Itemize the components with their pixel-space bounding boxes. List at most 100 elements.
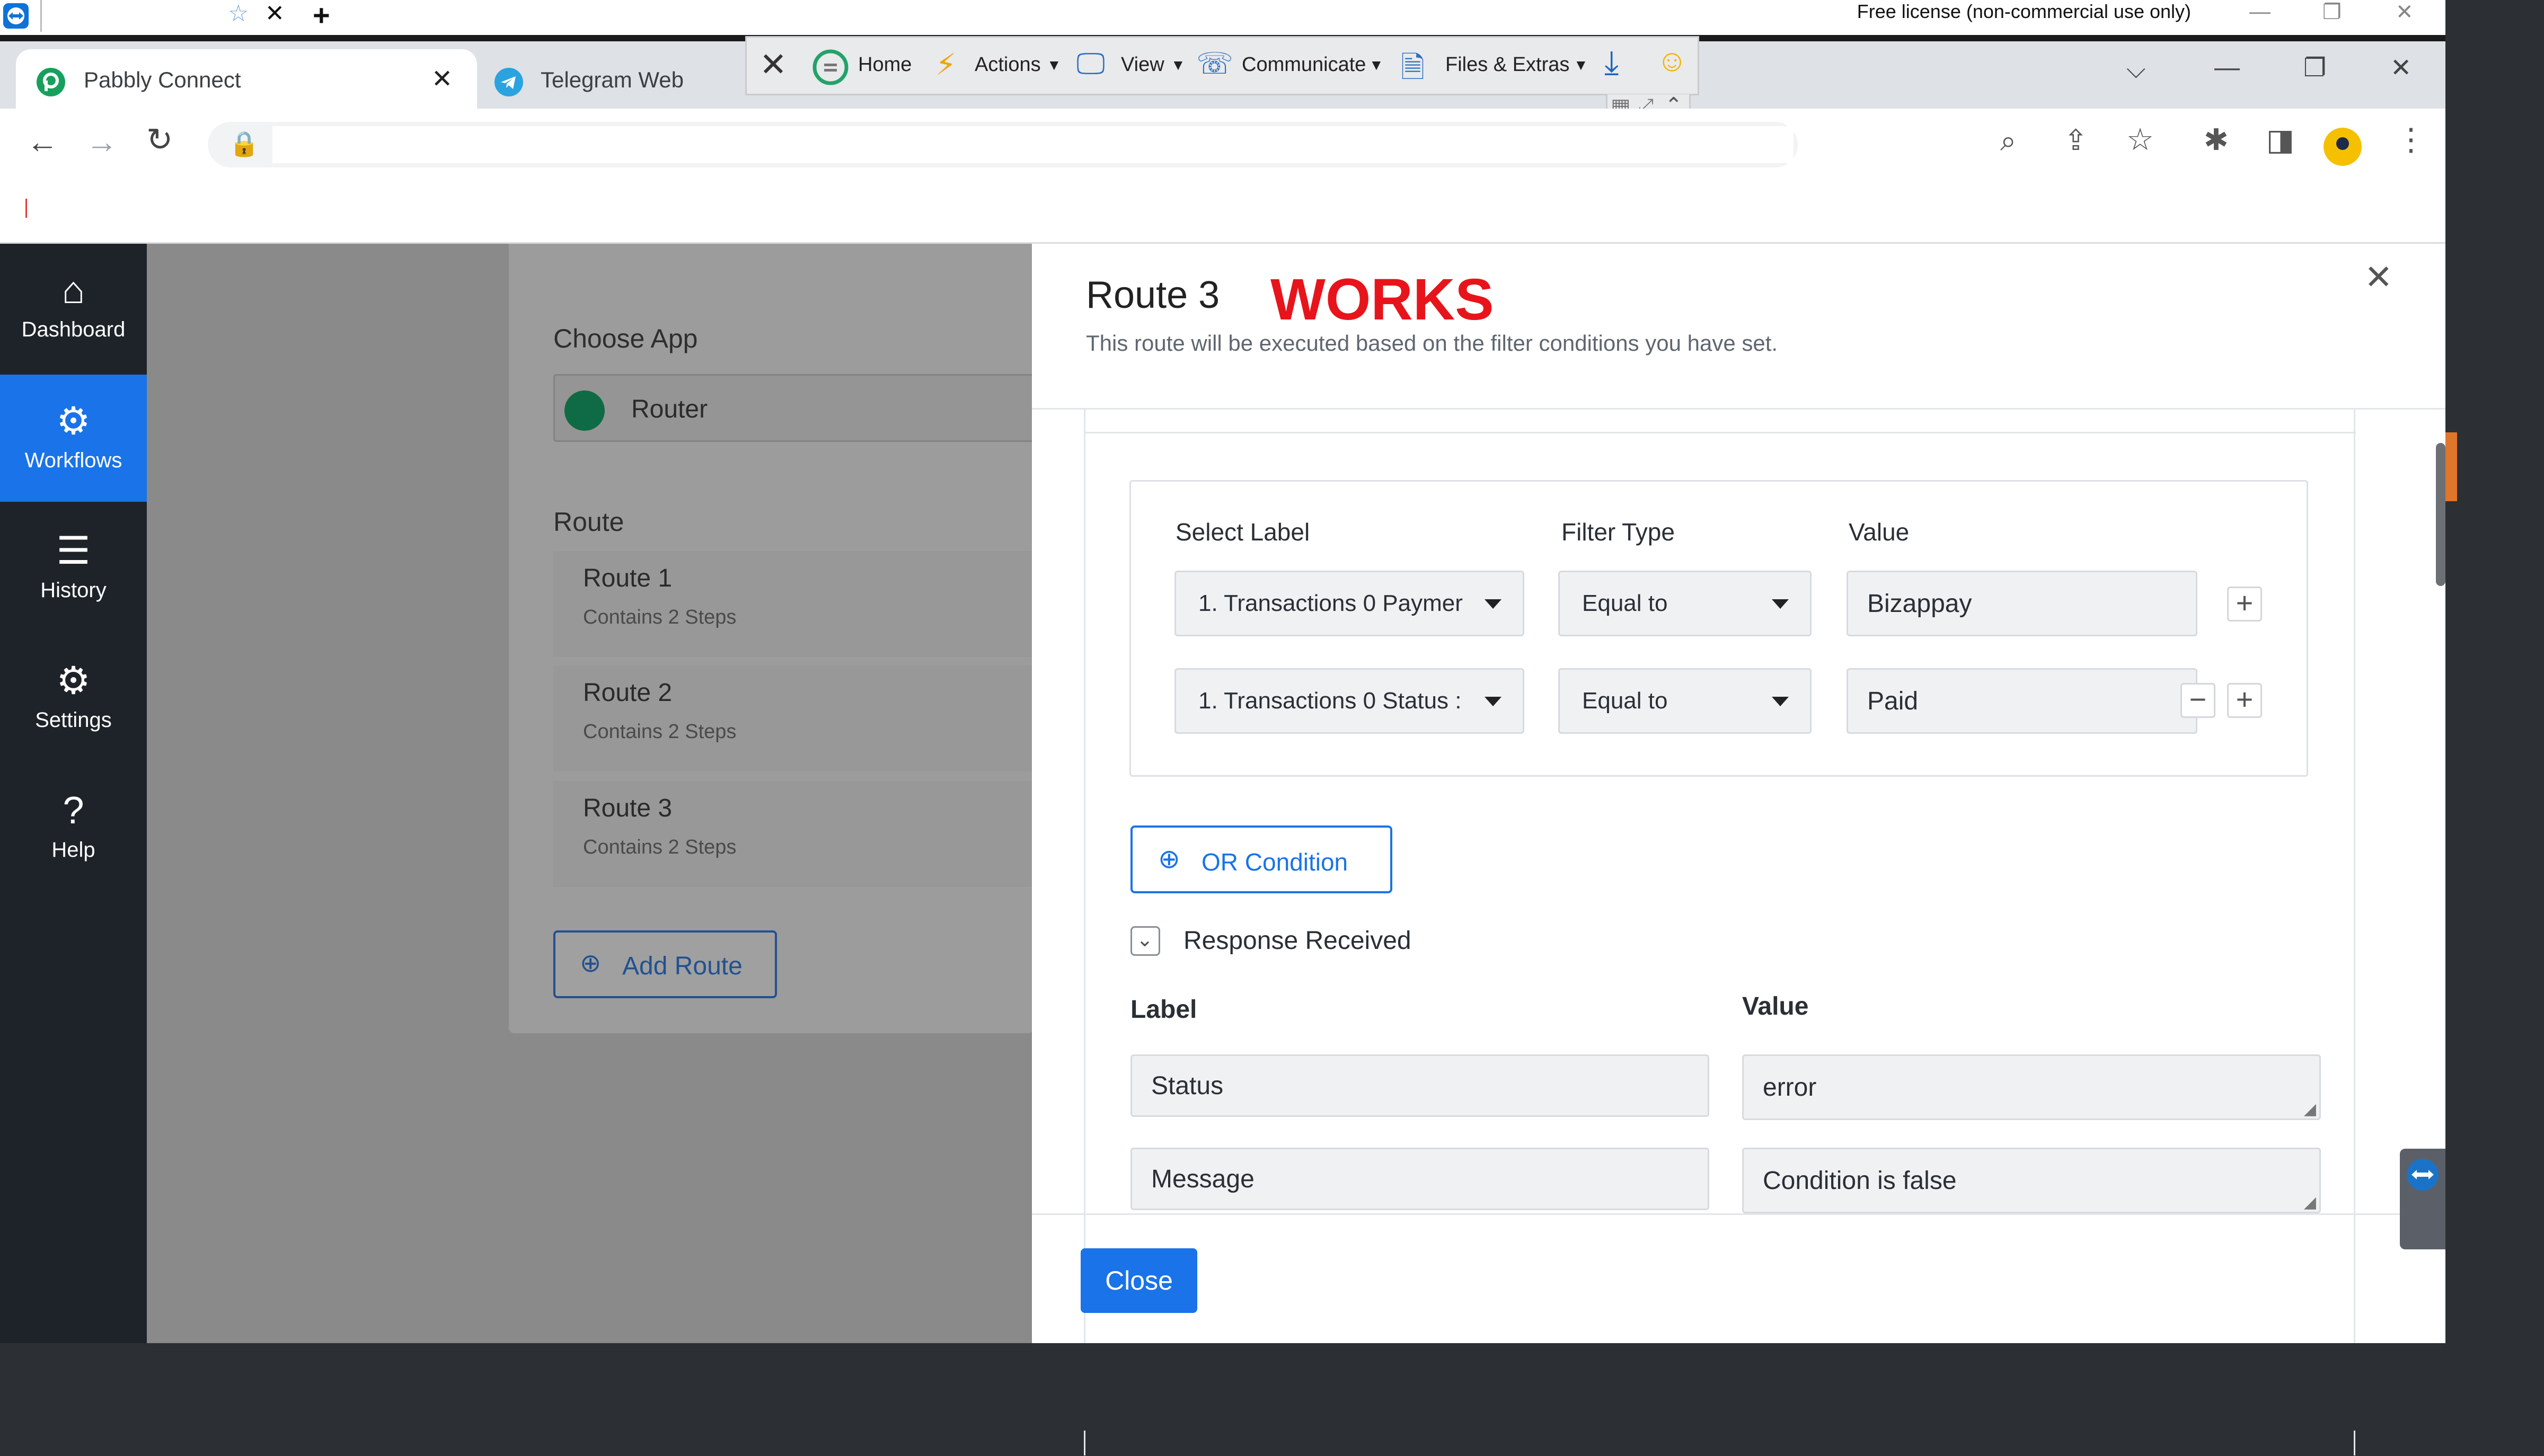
sidebar-item-dashboard[interactable]: ⌂ Dashboard (0, 244, 147, 371)
star-icon[interactable]: ☆ (228, 0, 249, 27)
lock-icon: 🔒 (229, 130, 260, 157)
or-condition-button[interactable]: ⊕ OR Condition (1130, 825, 1392, 893)
reload-icon[interactable]: ↻ (146, 121, 173, 158)
add-condition-button[interactable]: + (2227, 683, 2262, 718)
files-icon[interactable]: 🗎 (1401, 46, 1425, 96)
response-toggle[interactable]: ⌄ (1130, 926, 1160, 956)
choose-app-label: Choose App (553, 324, 698, 353)
teamviewer-session-tab[interactable]: ☆ ✕ (0, 0, 297, 35)
app-select[interactable]: Router (553, 374, 1041, 442)
profile-avatar[interactable] (2324, 128, 2362, 166)
extensions-icon[interactable]: ✱ (2204, 122, 2229, 157)
sidebar-item-settings[interactable]: ⚙ Settings (0, 634, 147, 761)
filter-type-value: Equal to (1582, 590, 1668, 616)
resize-handle-icon[interactable]: ◢ (2304, 1193, 2316, 1212)
filter-value-text: Bizappay (1867, 589, 1972, 618)
close-icon[interactable]: ✕ (265, 0, 285, 27)
close-button-label: Close (1105, 1266, 1173, 1295)
minimize-icon[interactable]: — (2249, 0, 2271, 24)
teamviewer-top-bar: ☆ ✕ + Free license (non-commercial use o… (0, 0, 2445, 35)
toolbar-communicate[interactable]: Communicate (1242, 54, 1366, 76)
remove-condition-button[interactable]: − (2180, 683, 2215, 718)
select-label-dropdown[interactable]: 1. Transactions 0 Status : (1174, 668, 1524, 734)
filter-type-dropdown[interactable]: Equal to (1558, 668, 1812, 734)
resize-handle-icon[interactable]: ◢ (2304, 1100, 2316, 1118)
sidebar-item-label: History (40, 579, 107, 602)
bookmark-star-icon[interactable]: ☆ (2126, 121, 2154, 157)
chevron-down-icon (1485, 697, 1501, 706)
router-settings-card: Choose App Router Route Route 1 Contains… (509, 244, 1041, 1033)
response-value-field[interactable]: Condition is false ◢ (1742, 1148, 2321, 1213)
sidebar-item-help[interactable]: ? Help (0, 764, 147, 891)
add-route-button[interactable]: ⊕ Add Route (553, 930, 777, 998)
chevron-down-icon (1772, 599, 1789, 609)
filter-type-dropdown[interactable]: Equal to (1558, 571, 1812, 636)
route-item[interactable]: Route 3 Contains 2 Steps (553, 781, 1036, 887)
text-caret (25, 199, 27, 218)
router-app-icon (564, 390, 605, 431)
kebab-menu-icon[interactable]: ⋮ (2396, 121, 2426, 157)
modal-title: Route 3 (1086, 274, 1220, 316)
response-label-text: Message (1151, 1165, 1255, 1193)
communicate-icon[interactable]: ☏ (1196, 46, 1233, 81)
app-name: Router (631, 395, 708, 423)
close-session-icon[interactable]: ✕ (759, 45, 787, 84)
response-value-field[interactable]: error ◢ (1742, 1054, 2321, 1120)
toolbar-actions[interactable]: Actions (975, 54, 1041, 76)
chevron-down-icon: ▼ (1369, 57, 1384, 73)
close-tab-icon[interactable]: ✕ (431, 64, 453, 94)
sidebar-item-history[interactable]: ☰ History (0, 504, 147, 632)
toolbar-home[interactable]: Home (858, 54, 912, 76)
toolbar-files-extras[interactable]: Files & Extras (1445, 54, 1569, 76)
select-label-dropdown[interactable]: 1. Transactions 0 Paymer (1174, 571, 1524, 636)
download-icon[interactable]: ⤓ (1604, 44, 1619, 82)
back-icon[interactable]: ← (26, 123, 58, 160)
app-sidebar: ⌂ Dashboard ⚙ Workflows ☰ History ⚙ Sett… (0, 244, 147, 1343)
route-item[interactable]: Route 2 Contains 2 Steps (553, 665, 1036, 771)
modal-subtitle: This route will be executed based on the… (1086, 331, 1778, 356)
address-omnibox[interactable]: 🔒 (208, 122, 1798, 167)
home-icon[interactable] (812, 49, 849, 85)
route-item[interactable]: Route 1 Contains 2 Steps (553, 551, 1036, 657)
tab-telegram-web[interactable]: Telegram Web (477, 49, 753, 109)
filter-type-value: Equal to (1582, 688, 1668, 714)
modal-scrollbar-thumb[interactable] (2436, 443, 2445, 586)
sidebar-item-label: Workflows (24, 449, 122, 472)
zoom-icon[interactable]: ⌕ (2000, 125, 2016, 158)
smiley-icon[interactable]: ☺ (1656, 43, 1688, 78)
close-window-icon[interactable]: ✕ (2396, 0, 2414, 24)
plus-icon: + (2236, 586, 2254, 619)
browser-minimize-icon[interactable]: — (2214, 53, 2240, 82)
route-name: Route 1 (583, 564, 673, 592)
new-tab-plus-icon[interactable]: + (313, 0, 330, 32)
browser-restore-icon[interactable]: ❐ (2303, 53, 2326, 83)
sidebar-item-label: Settings (35, 708, 112, 732)
view-icon[interactable]: 🖵 (1076, 46, 1105, 82)
url-field[interactable] (272, 126, 1794, 163)
restore-icon[interactable]: ❐ (2322, 0, 2342, 24)
chevron-down-icon: ▼ (1171, 57, 1186, 73)
browser-close-icon[interactable]: ✕ (2390, 53, 2412, 83)
select-label-value: 1. Transactions 0 Paymer (1198, 590, 1463, 616)
share-icon[interactable]: ⇪ (2064, 123, 2088, 157)
toolbar-view[interactable]: View (1121, 54, 1164, 76)
response-label-field: Message (1130, 1148, 1709, 1210)
chevron-down-icon: ⌄ (1136, 929, 1153, 951)
close-button[interactable]: Close (1081, 1248, 1197, 1313)
sidebar-item-workflows[interactable]: ⚙ Workflows (0, 375, 147, 502)
close-modal-icon[interactable]: ✕ (2364, 258, 2393, 297)
add-condition-button[interactable]: + (2227, 587, 2262, 622)
actions-icon[interactable]: ⚡ (935, 47, 956, 82)
filter-value-input[interactable]: Paid (1847, 668, 2197, 734)
filter-value-input[interactable]: Bizappay (1847, 571, 2197, 636)
teamviewer-side-handle[interactable] (2400, 1149, 2445, 1249)
side-panel-icon[interactable]: ◨ (2266, 122, 2294, 157)
minus-icon: − (2189, 682, 2207, 716)
tab-pabbly-connect[interactable]: Pabbly Connect ✕ (16, 49, 477, 109)
tab-search-chevron-icon[interactable]: ⌵ (2126, 55, 2145, 85)
select-label-header: Select Label (1176, 518, 1310, 546)
list-icon: ☰ (56, 530, 91, 572)
value-header: Value (1849, 518, 1910, 546)
forward-icon[interactable]: → (86, 123, 118, 160)
help-icon: ? (63, 789, 84, 832)
